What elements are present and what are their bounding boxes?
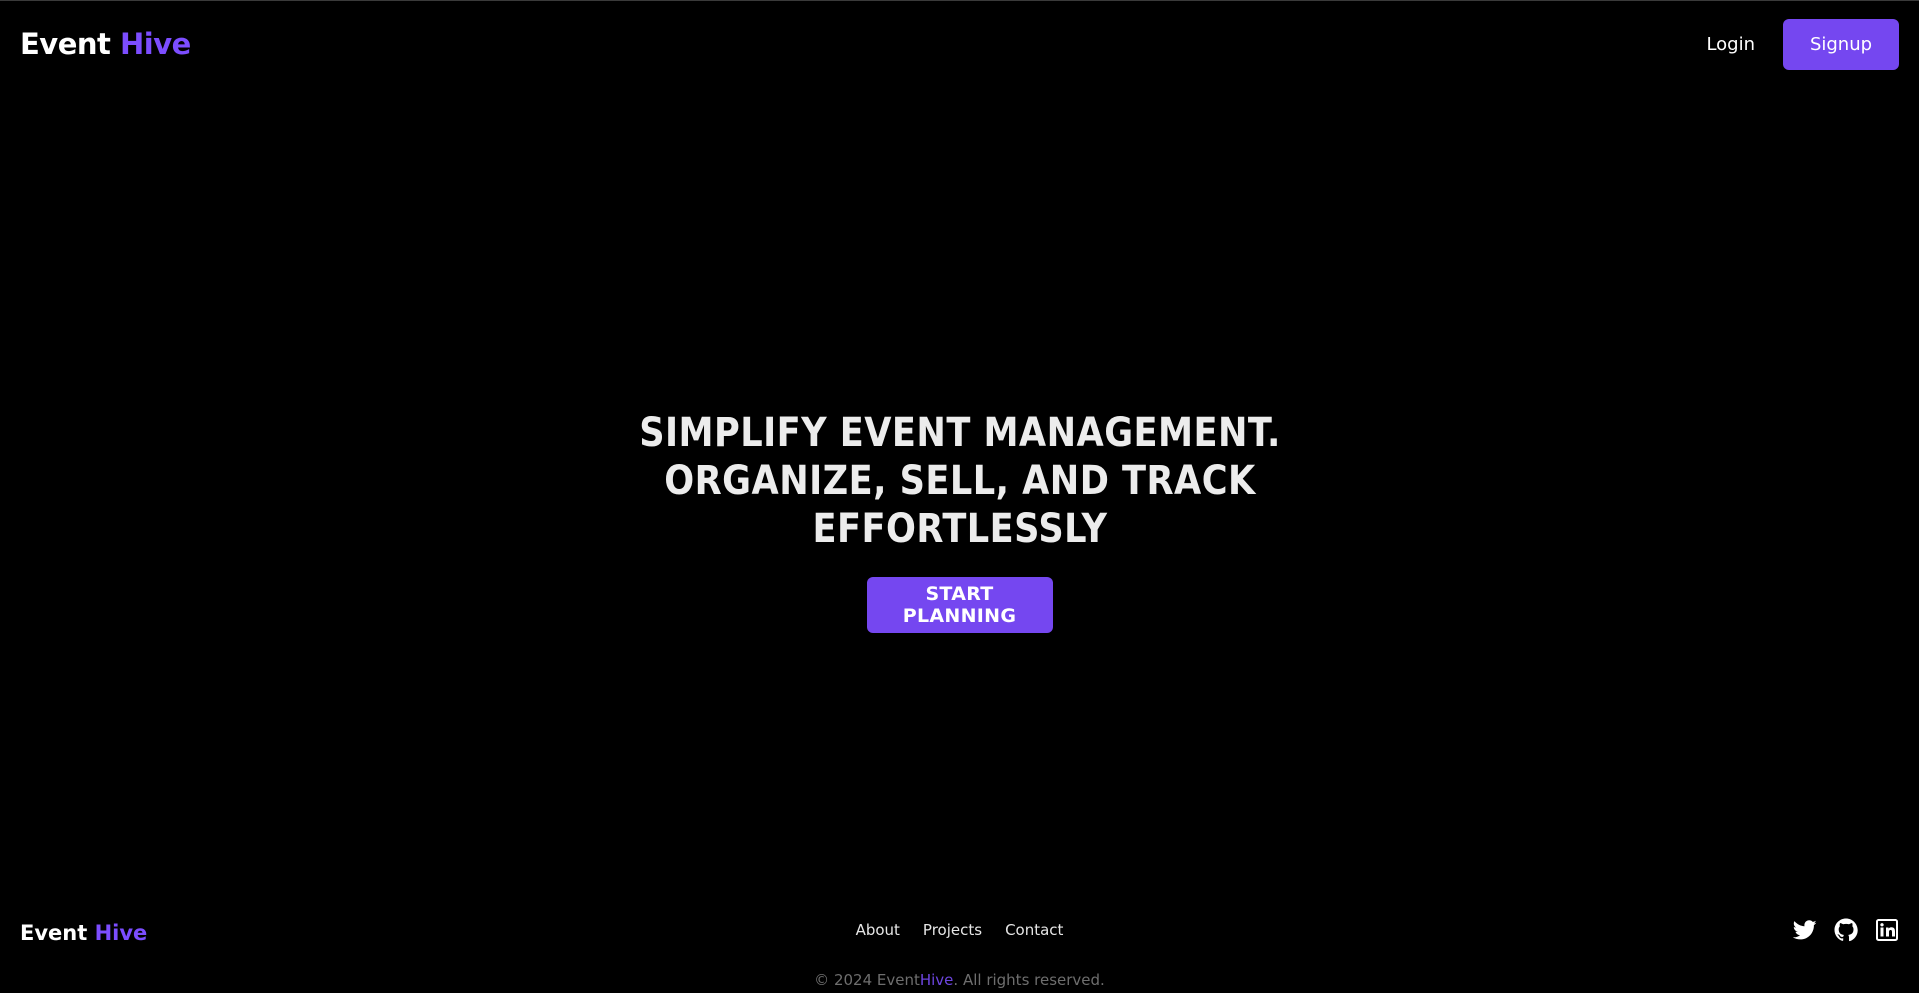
logo-text-event: Event [20,27,111,61]
hero-section: Simplify Event Management. Organize, Sel… [0,409,1919,633]
top-nav: Event Hive Login Signup [0,1,1919,87]
footer: Event Hive About Projects Contact [0,901,1919,961]
copyright-suffix: . All rights reserved. [953,971,1105,989]
logo-text-hive: Hive [120,27,191,61]
login-link[interactable]: Login [1706,34,1755,55]
start-planning-button[interactable]: Start Planning [866,577,1053,633]
linkedin-icon[interactable] [1875,918,1899,942]
twitter-icon[interactable] [1793,918,1817,942]
logo[interactable]: Event Hive [20,27,191,61]
footer-links: About Projects Contact [0,921,1919,939]
signup-button[interactable]: Signup [1783,18,1899,70]
copyright-prefix: © 2024 Event [814,971,920,989]
github-icon[interactable] [1834,918,1858,942]
auth-nav: Login Signup [1706,18,1899,70]
social-links [1793,918,1899,942]
page: Event Hive Login Signup Simplify Event M… [0,0,1919,993]
copyright: © 2024 EventHive. All rights reserved. [0,971,1919,989]
copyright-brand: Hive [919,971,954,989]
footer-link-about[interactable]: About [856,921,900,939]
footer-link-projects[interactable]: Projects [923,921,982,939]
hero-title: Simplify Event Management. Organize, Sel… [638,410,1281,552]
footer-link-contact[interactable]: Contact [1005,921,1063,939]
